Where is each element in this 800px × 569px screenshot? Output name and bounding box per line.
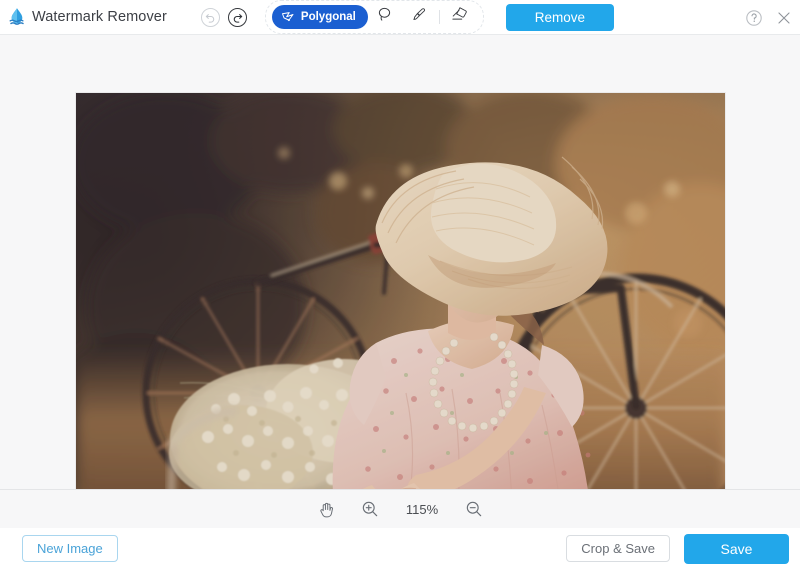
app-title: Watermark Remover: [32, 9, 167, 25]
eraser-icon: [450, 6, 469, 28]
zoom-in-icon[interactable]: [359, 498, 381, 520]
tool-brush[interactable]: [402, 4, 436, 30]
photo-artwork: [76, 93, 725, 489]
editor-canvas[interactable]: [0, 35, 800, 489]
tool-polygonal[interactable]: Polygonal: [272, 5, 368, 29]
window-controls: [744, 0, 794, 35]
tool-eraser[interactable]: [443, 4, 477, 30]
bottom-action-bar: New Image Crop & Save Save: [0, 528, 800, 569]
app-brand: Watermark Remover: [0, 6, 167, 28]
tool-lasso[interactable]: [368, 4, 402, 30]
tool-polygonal-label: Polygonal: [301, 11, 356, 23]
zoom-level-label: 115%: [403, 502, 441, 517]
history-controls: [201, 8, 247, 27]
crop-and-save-button[interactable]: Crop & Save: [566, 535, 670, 562]
remove-button[interactable]: Remove: [506, 4, 614, 31]
water-drop-icon: [6, 6, 28, 28]
top-toolbar: Watermark Remover: [0, 0, 800, 35]
tool-divider: [439, 10, 440, 24]
question-mark-icon[interactable]: [744, 8, 764, 28]
zoom-out-icon[interactable]: [463, 498, 485, 520]
image-frame: [76, 93, 725, 489]
close-x-icon[interactable]: [774, 8, 794, 28]
edit-tools-group: Polygonal: [265, 0, 484, 34]
hand-pan-icon[interactable]: [315, 498, 337, 520]
zoom-toolbar: 115%: [0, 489, 800, 528]
brush-icon: [410, 6, 427, 28]
redo-arrow-icon[interactable]: [228, 8, 247, 27]
watermark-remover-window: Watermark Remover: [0, 0, 800, 569]
source-photo[interactable]: [76, 93, 725, 489]
lasso-icon: [376, 6, 393, 28]
undo-arrow-icon[interactable]: [201, 8, 220, 27]
new-image-button[interactable]: New Image: [22, 535, 118, 562]
polygonal-lasso-icon: [281, 11, 296, 24]
save-actions: Crop & Save Save: [566, 534, 789, 564]
save-button[interactable]: Save: [684, 534, 789, 564]
